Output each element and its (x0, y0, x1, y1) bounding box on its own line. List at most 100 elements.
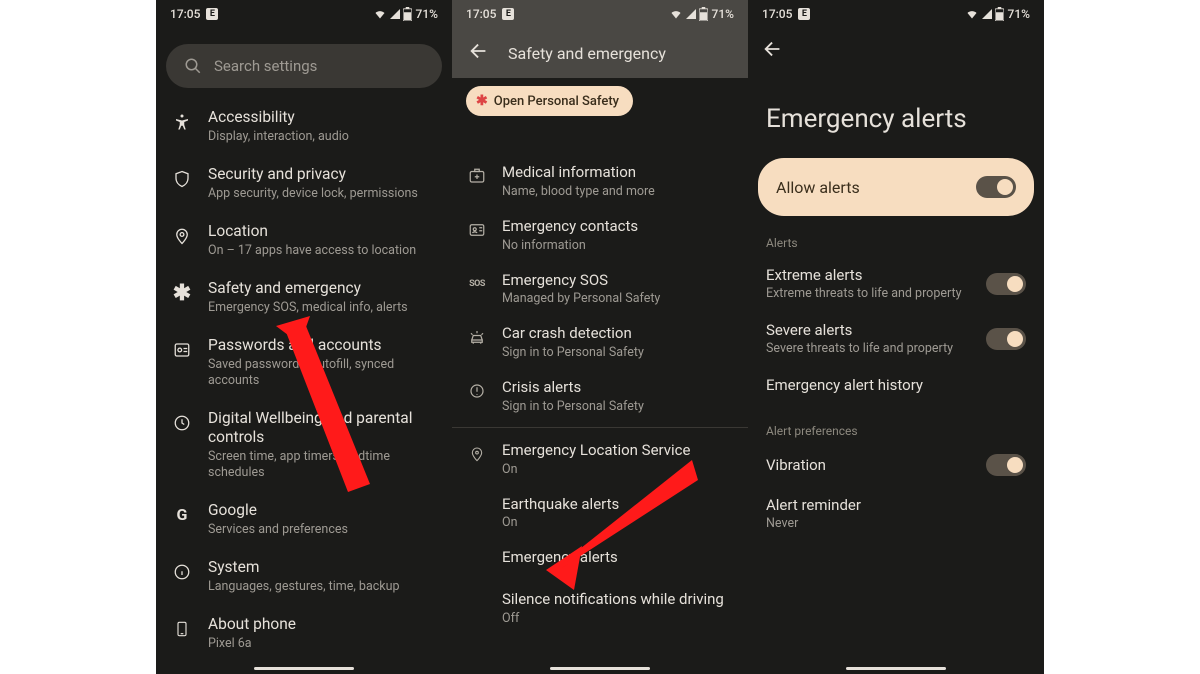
settings-item-title: Safety and emergency (208, 279, 408, 298)
signal-icon (981, 8, 993, 20)
settings-item-digital-wellbeing[interactable]: Digital Wellbeing and parental controlsS… (160, 399, 448, 491)
notification-icon: E (798, 8, 810, 20)
row-vibration[interactable]: Vibration (748, 444, 1044, 486)
row-title: Car crash detection (502, 324, 644, 343)
nav-indicator (550, 667, 650, 670)
row-sub: Sign in to Personal Safety (502, 345, 644, 360)
settings-item-sub: Emergency SOS, medical info, alerts (208, 300, 408, 316)
settings-item-title: Passwords and accounts (208, 336, 436, 355)
nav-indicator (846, 667, 946, 670)
settings-item-safety-emergency[interactable]: ✱ Safety and emergencyEmergency SOS, med… (160, 269, 448, 326)
arrow-left-icon (762, 38, 784, 60)
row-sub: Managed by Personal Safety (502, 291, 660, 306)
arrow-left-icon (468, 40, 490, 62)
search-input[interactable]: Search settings (166, 44, 442, 88)
tutorial-composite: 17:05 E 71% Search settings Accessibilit… (0, 0, 1200, 674)
prefs-list: Vibration Alert reminderNever (748, 444, 1044, 541)
row-sub: On (502, 515, 619, 530)
wifi-icon (965, 8, 979, 20)
car-crash-icon (466, 326, 488, 348)
battery-icon (699, 7, 708, 21)
settings-item-title: System (208, 558, 400, 577)
settings-list[interactable]: AccessibilityDisplay, interaction, audio… (156, 98, 452, 662)
notification-icon: E (206, 8, 218, 20)
wifi-icon (669, 8, 683, 20)
settings-item-accessibility[interactable]: AccessibilityDisplay, interaction, audio (160, 98, 448, 155)
row-sub: Name, blood type and more (502, 184, 655, 199)
location-icon (170, 224, 194, 248)
phone-settings: 17:05 E 71% Search settings Accessibilit… (156, 0, 452, 674)
page-header (748, 28, 1044, 64)
wifi-icon (373, 8, 387, 20)
allow-alerts-card[interactable]: Allow alerts (758, 158, 1034, 216)
settings-item-sub: Display, interaction, audio (208, 129, 349, 145)
row-title: Emergency SOS (502, 271, 660, 290)
shield-icon (170, 167, 194, 191)
account-icon (170, 338, 194, 362)
settings-item-passwords-accounts[interactable]: Passwords and accountsSaved passwords, a… (160, 326, 448, 399)
settings-item-sub: Screen time, app timers, bedtime schedul… (208, 449, 436, 480)
battery-percent: 71% (1008, 7, 1030, 21)
row-emergency-sos[interactable]: SOS Emergency SOSManaged by Personal Saf… (452, 262, 748, 316)
phone-safety-emergency: 17:05 E 71% Safety and emergency ✱ Op (452, 0, 748, 674)
severe-alerts-toggle[interactable] (986, 328, 1026, 350)
row-title: Crisis alerts (502, 378, 644, 397)
row-sub: Off (502, 611, 724, 626)
vibration-toggle[interactable] (986, 454, 1026, 476)
row-medical-information[interactable]: Medical informationName, blood type and … (452, 154, 748, 208)
row-crisis-alerts[interactable]: Crisis alertsSign in to Personal Safety (452, 369, 748, 423)
row-silence-while-driving[interactable]: Silence notifications while drivingOff (452, 581, 748, 635)
info-icon (170, 560, 194, 584)
row-severe-alerts[interactable]: Severe alertsSevere threats to life and … (748, 311, 1044, 366)
back-button[interactable] (468, 40, 490, 66)
row-sub: No information (502, 238, 638, 253)
safety-app-icon: ✱ (476, 93, 488, 109)
signal-icon (389, 8, 401, 20)
page-title: Emergency alerts (748, 64, 1044, 158)
back-button[interactable] (762, 38, 784, 64)
settings-item-about-phone[interactable]: About phonePixel 6a (160, 605, 448, 662)
wellbeing-icon (170, 411, 194, 435)
settings-item-sub: Languages, gestures, time, backup (208, 579, 400, 595)
settings-item-sub: On – 17 apps have access to location (208, 243, 416, 259)
row-emergency-alerts[interactable]: Emergency alerts (452, 539, 748, 581)
settings-item-sub: Pixel 6a (208, 636, 296, 652)
settings-item-title: Security and privacy (208, 165, 418, 184)
row-title: Extreme alerts (766, 266, 962, 284)
settings-item-title: Location (208, 222, 416, 241)
row-sub: Never (766, 516, 861, 531)
open-personal-safety-chip[interactable]: ✱ Open Personal Safety (466, 86, 633, 116)
row-car-crash[interactable]: Car crash detection Sign in to Personal S… (452, 315, 748, 369)
row-sub: Severe threats to life and property (766, 341, 953, 356)
medical-card-icon (466, 165, 488, 187)
settings-item-security-privacy[interactable]: Security and privacyApp security, device… (160, 155, 448, 212)
search-placeholder: Search settings (214, 57, 317, 75)
status-time: 17:05 (170, 7, 200, 21)
status-bar: 17:05 E 71% (748, 0, 1044, 28)
row-emergency-contacts[interactable]: Emergency contactsNo information (452, 208, 748, 262)
accessibility-icon (170, 110, 194, 134)
google-icon: G (170, 503, 194, 527)
settings-item-location[interactable]: Location On – 17 apps have access to loca… (160, 212, 448, 269)
safety-list[interactable]: Medical informationName, blood type and … (452, 28, 748, 635)
settings-item-system[interactable]: System Languages, gestures, time, backup (160, 548, 448, 605)
row-alert-reminder[interactable]: Alert reminderNever (748, 486, 1044, 541)
status-time: 17:05 (466, 7, 496, 21)
section-preferences: Alert preferences (748, 404, 1044, 444)
row-emergency-location-service[interactable]: Emergency Location ServiceOn (452, 432, 748, 486)
settings-item-title: Digital Wellbeing and parental controls (208, 409, 436, 448)
nav-indicator (254, 667, 354, 670)
contact-card-icon (466, 219, 488, 241)
row-title: Emergency Location Service (502, 441, 690, 460)
row-extreme-alerts[interactable]: Extreme alertsExtreme threats to life an… (748, 256, 1044, 311)
settings-item-google[interactable]: G GoogleServices and preferences (160, 491, 448, 548)
status-bar: 17:05 E 71% (156, 0, 452, 28)
status-time: 17:05 (762, 7, 792, 21)
section-alerts: Alerts (748, 216, 1044, 256)
row-earthquake-alerts[interactable]: Earthquake alertsOn (452, 486, 748, 540)
row-emergency-alert-history[interactable]: Emergency alert history (748, 366, 1044, 404)
extreme-alerts-toggle[interactable] (986, 273, 1026, 295)
allow-alerts-toggle[interactable] (976, 176, 1016, 198)
row-title: Earthquake alerts (502, 495, 619, 514)
divider (452, 427, 748, 428)
